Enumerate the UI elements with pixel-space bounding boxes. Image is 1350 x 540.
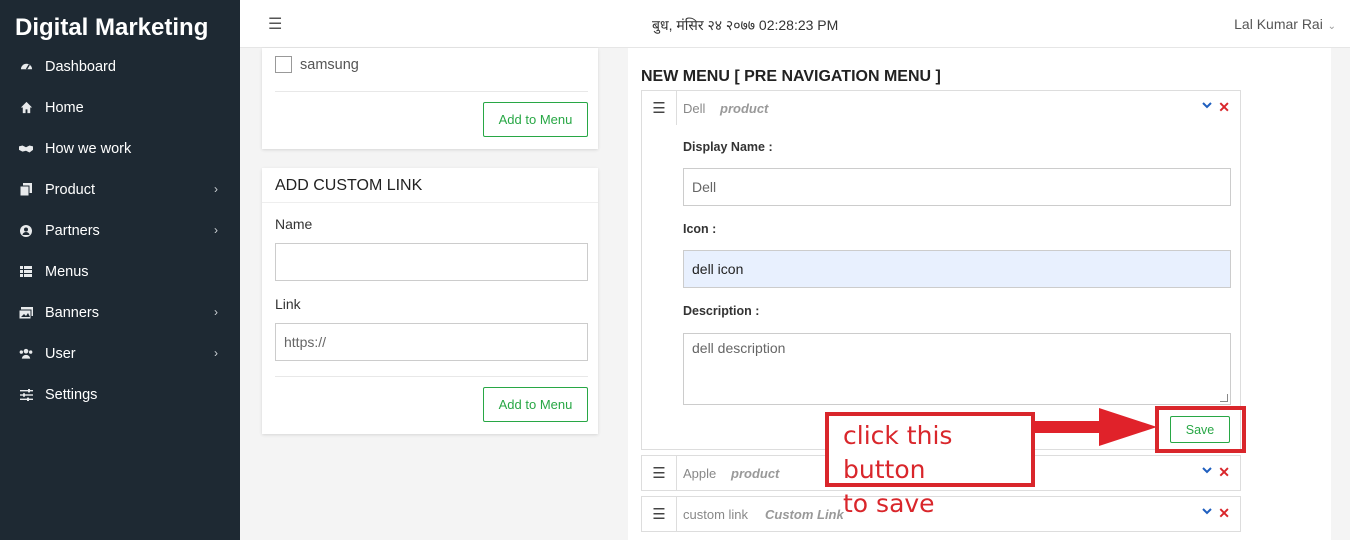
drag-handle-icon[interactable]: ☰ — [642, 497, 677, 531]
user-circle-icon — [19, 224, 33, 238]
dashboard-icon — [19, 60, 33, 74]
menu-item-type: product — [731, 466, 780, 481]
sidebar-item-product[interactable]: Product › — [0, 169, 240, 210]
annotation-line-1: click this button — [843, 421, 953, 484]
handshake-icon — [19, 142, 33, 156]
add-to-menu-button[interactable]: Add to Menu — [483, 102, 588, 137]
add-custom-link-button[interactable]: Add to Menu — [483, 387, 588, 422]
description-value: dell description — [692, 340, 786, 356]
divider — [275, 376, 588, 377]
resize-handle-icon[interactable] — [1220, 394, 1228, 402]
menu-item-dell: ☰ Dell product ✕ Display Name : Dell Ico… — [641, 90, 1241, 450]
chevron-right-icon: › — [214, 305, 218, 319]
icon-input[interactable]: dell icon — [683, 250, 1231, 288]
chevron-down-icon[interactable] — [1202, 100, 1212, 112]
brand-title: Digital Marketing — [15, 14, 209, 41]
custom-link-name-input[interactable] — [275, 243, 588, 281]
custom-link-card: ADD CUSTOM LINK Name Link https:// Add t… — [262, 168, 598, 434]
drag-handle-icon[interactable]: ☰ — [642, 456, 677, 490]
sidebar-item-label: Partners — [45, 222, 100, 239]
annotation-arrow-icon — [1033, 408, 1157, 446]
brand-checkbox-label: samsung — [300, 56, 359, 73]
menu-item-type: Custom Link — [765, 507, 844, 522]
menu-item-type: product — [720, 101, 769, 116]
users-icon — [19, 347, 33, 361]
sidebar-item-settings[interactable]: Settings — [0, 374, 240, 415]
user-name: Lal Kumar Rai — [1234, 16, 1323, 32]
brand-checkbox[interactable] — [275, 56, 292, 73]
divider — [275, 91, 588, 92]
chevron-right-icon: › — [214, 346, 218, 360]
sidebar-item-label: Menus — [45, 263, 89, 280]
chevron-down-icon[interactable] — [1202, 506, 1212, 518]
custom-link-title: ADD CUSTOM LINK — [275, 177, 423, 194]
name-label: Name — [275, 216, 313, 232]
custom-link-url-input[interactable]: https:// — [275, 323, 588, 361]
sidebar-item-label: Settings — [45, 386, 98, 403]
sidebar-item-partners[interactable]: Partners › — [0, 210, 240, 251]
menu-item-name: Apple — [683, 466, 717, 481]
sidebar-item-label: Home — [45, 99, 84, 116]
sidebar-item-dashboard[interactable]: Dashboard — [0, 46, 240, 87]
annotation-highlight-box — [1155, 406, 1246, 453]
home-icon — [19, 101, 33, 115]
sidebar-item-user[interactable]: User › — [0, 333, 240, 374]
sidebar-item-label: User — [45, 345, 76, 362]
chevron-down-icon: ⌄ — [1324, 21, 1336, 32]
close-icon[interactable]: ✕ — [1218, 505, 1230, 522]
image-icon — [19, 306, 33, 320]
close-icon[interactable]: ✕ — [1218, 464, 1230, 481]
menu-title: NEW MENU [ PRE NAVIGATION MENU ] — [641, 68, 941, 85]
sidebar-nav: Dashboard Home How we work Product › Par… — [0, 46, 240, 415]
drag-handle-icon[interactable]: ☰ — [642, 91, 677, 125]
brands-card: samsung Add to Menu — [262, 48, 598, 149]
menu-item-name: custom link — [683, 507, 749, 522]
chevron-right-icon: › — [214, 223, 218, 237]
sidebar-item-home[interactable]: Home — [0, 87, 240, 128]
current-datetime: बुध, मंसिर २४ २०७७ 02:28:23 PM — [652, 17, 839, 33]
sidebar-item-how-we-work[interactable]: How we work — [0, 128, 240, 169]
hamburger-menu-icon[interactable]: ☰ — [268, 14, 282, 34]
sidebar-item-menus[interactable]: Menus — [0, 251, 240, 292]
display-name-label: Display Name : — [683, 140, 773, 154]
sliders-icon — [19, 388, 33, 402]
sidebar-item-label: Dashboard — [45, 58, 116, 75]
menu-item-header: ☰ Dell product ✕ — [642, 91, 1240, 125]
sidebar-item-label: Product — [45, 181, 95, 198]
sidebar: Digital Marketing Dashboard Home How we … — [0, 0, 240, 540]
topbar: ☰ बुध, मंसिर २४ २०७७ 02:28:23 PM Lal Kum… — [240, 0, 1350, 48]
display-name-input[interactable]: Dell — [683, 168, 1231, 206]
close-icon[interactable]: ✕ — [1218, 99, 1230, 116]
sidebar-item-banners[interactable]: Banners › — [0, 292, 240, 333]
link-label: Link — [275, 296, 301, 312]
chevron-right-icon: › — [214, 182, 218, 196]
sidebar-item-label: Banners — [45, 304, 100, 321]
sidebar-item-label: How we work — [45, 140, 132, 157]
copy-icon — [19, 183, 33, 197]
description-label: Description : — [683, 304, 760, 318]
user-menu[interactable]: Lal Kumar Rai ⌄ — [1234, 16, 1336, 32]
annotation-line-2: to save — [843, 489, 935, 518]
menu-item-name: Dell — [683, 101, 706, 116]
chevron-down-icon[interactable] — [1202, 465, 1212, 477]
brand-option[interactable]: samsung — [275, 56, 359, 73]
grid-icon — [19, 265, 33, 279]
description-textarea[interactable]: dell description — [683, 333, 1231, 405]
divider — [262, 202, 598, 203]
icon-label: Icon : — [683, 222, 717, 236]
annotation-callout: click this button to save — [825, 412, 1035, 518]
